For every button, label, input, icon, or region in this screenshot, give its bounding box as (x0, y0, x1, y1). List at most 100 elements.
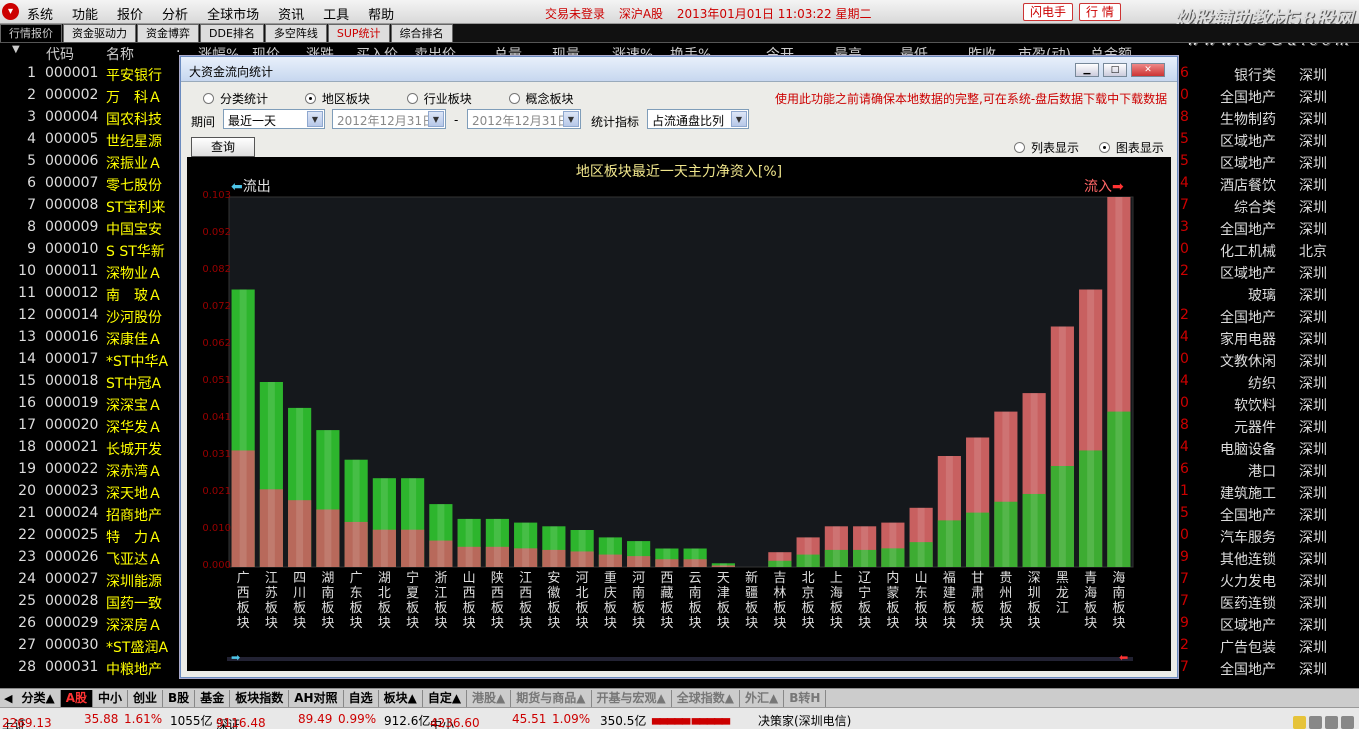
tab-fund-drive[interactable]: 资金驱动力 (63, 24, 136, 42)
app-logo-icon[interactable]: ▾ (2, 3, 19, 20)
network-icon[interactable] (1341, 716, 1354, 729)
scroll-left-icon[interactable]: ➡ (231, 651, 240, 664)
chevron-down-icon[interactable]: ▼ (428, 111, 444, 127)
radio-list-display[interactable]: 列表显示 (1014, 139, 1079, 156)
radio-category-stats[interactable]: 分类统计 (203, 90, 268, 107)
query-button[interactable]: 查询 (191, 137, 255, 157)
scroll-right-icon[interactable]: ⬅ (1119, 651, 1128, 664)
inflow-bar-highlight (974, 437, 982, 567)
inflow-bar-highlight (917, 507, 925, 567)
date-separator: - (454, 113, 459, 127)
chevron-down-icon[interactable]: ▼ (307, 111, 323, 127)
industry: 酒店餐饮 (1220, 178, 1276, 194)
market-tab[interactable]: AH对照 (289, 689, 344, 707)
stock-code: 000005 (45, 131, 99, 147)
menu-tools[interactable]: 工具 (323, 4, 349, 23)
market-tab[interactable]: 自定▲ (423, 689, 468, 707)
tab-overall-rank[interactable]: 综合排名 (390, 24, 453, 42)
radio-concept-sector[interactable]: 概念板块 (508, 90, 574, 107)
radio-region-sector[interactable]: 地区板块 (304, 90, 370, 107)
row-index: 24 (18, 571, 36, 587)
minimize-icon[interactable]: ▁ (1075, 63, 1099, 77)
cell-partial: 5 (1180, 153, 1188, 169)
market-tab[interactable]: 自选 (344, 689, 379, 707)
market-tab[interactable]: 全球指数▲ (672, 689, 740, 707)
tab-sup-stats[interactable]: SUP统计 (327, 24, 390, 42)
menu-global-market[interactable]: 全球市场 (207, 4, 259, 23)
period-select[interactable]: 最近一天 ▼ (223, 109, 325, 129)
display-mode-radio-group: 列表显示 图表显示 (1014, 139, 1164, 156)
market-tab[interactable]: 期货与商品▲ (511, 689, 592, 707)
date-from-picker[interactable]: 2012年12月31日 ▼ (332, 109, 446, 129)
row-index: 23 (18, 549, 36, 565)
menu-system[interactable]: 系统 (27, 4, 53, 23)
close-icon[interactable]: ✕ (1131, 63, 1165, 77)
metric-value: 占流通盘比列 (652, 114, 725, 128)
market-tab[interactable]: 基金 (195, 689, 231, 707)
radio-chart-display[interactable]: 图表显示 (1098, 139, 1164, 156)
region: 深圳 (1299, 618, 1327, 634)
stock-name: 国药一致 (106, 596, 162, 612)
industry: 医药连锁 (1220, 596, 1276, 612)
market-tab[interactable]: 外汇▲ (740, 689, 785, 707)
y-tick-label: 0.000 (202, 560, 231, 571)
y-tick-label: 0.010 (202, 523, 231, 534)
cell-partial: 1 (1180, 483, 1188, 499)
market-tab[interactable]: 创业 (128, 689, 164, 707)
function-tab-bar: 行情报价 资金驱动力 资金博弈 DDE排名 多空阵线 SUP统计 综合排名 (0, 24, 1359, 43)
chevron-down-icon[interactable]: ▼ (563, 111, 579, 127)
tab-dde-rank[interactable]: DDE排名 (200, 24, 264, 42)
tab-long-short[interactable]: 多空阵线 (264, 24, 327, 42)
radio-label: 分类统计 (220, 92, 269, 106)
signal-icon[interactable] (1309, 716, 1322, 729)
tab-quotes[interactable]: 行情报价 (0, 24, 62, 42)
column-menu-icon[interactable]: ▼ (12, 44, 20, 55)
radio-industry-sector[interactable]: 行业板块 (406, 90, 472, 107)
metric-select[interactable]: 占流通盘比列 ▼ (647, 109, 749, 129)
dialog-titlebar[interactable]: 大资金流向统计 ▁ □ ✕ (181, 57, 1177, 82)
cell-partial: 0 (1180, 395, 1188, 411)
market-tab[interactable]: 开基与宏观▲ (592, 689, 672, 707)
cell-partial: 0 (1180, 87, 1188, 103)
maximize-icon[interactable]: □ (1103, 63, 1127, 77)
stock-code: 000008 (45, 197, 99, 213)
market-tab[interactable]: 板块指数 (230, 689, 290, 707)
market-tab[interactable]: 中小 (93, 689, 129, 707)
market-tab[interactable]: 分类▲ (16, 689, 61, 707)
inflow-bar-highlight (1087, 289, 1095, 567)
server-label[interactable]: 决策家(深圳电信) (758, 712, 851, 729)
cell-partial: 7 (1180, 197, 1188, 213)
stock-code: 000006 (45, 153, 99, 169)
tab-fund-game[interactable]: 资金博弈 (137, 24, 199, 42)
stock-name: ST宝利来 (106, 200, 166, 216)
market-tab[interactable]: B转H (784, 689, 827, 707)
menu-help[interactable]: 帮助 (368, 4, 394, 23)
outflow-bar-highlight (606, 537, 614, 567)
region: 深圳 (1299, 68, 1327, 84)
market-tab[interactable]: 港股▲ (467, 689, 512, 707)
region: 深圳 (1299, 464, 1327, 480)
date-to-picker[interactable]: 2012年12月31日 ▼ (467, 109, 581, 129)
bulb-icon[interactable] (1293, 716, 1306, 729)
col-name[interactable]: 名称 (106, 44, 134, 64)
market-tab[interactable]: B股 (163, 689, 196, 707)
region: 深圳 (1299, 222, 1327, 238)
row-index: 2 (27, 87, 36, 103)
col-code[interactable]: 代码 (46, 44, 74, 64)
market-tab[interactable]: A股 (60, 689, 93, 707)
flash-trade-button[interactable]: 闪电手 (1023, 3, 1074, 21)
menu-info[interactable]: 资讯 (278, 4, 304, 23)
radio-checked-icon (1098, 142, 1110, 153)
chart-scrollbar[interactable] (227, 657, 1133, 661)
cell-partial: 7 (1180, 659, 1188, 675)
market-tab[interactable]: 板块▲ (379, 689, 423, 707)
row-index: 1 (27, 65, 36, 81)
login-status[interactable]: 交易未登录 (545, 7, 605, 21)
connection-icon[interactable] (1325, 716, 1338, 729)
menu-quote[interactable]: 报价 (117, 4, 143, 23)
menu-analysis[interactable]: 分析 (162, 4, 188, 23)
chevron-down-icon[interactable]: ▼ (731, 111, 747, 127)
row-index: 13 (18, 329, 36, 345)
tabs-scroll-left-icon[interactable]: ◀ (0, 692, 16, 705)
menu-function[interactable]: 功能 (72, 4, 98, 23)
